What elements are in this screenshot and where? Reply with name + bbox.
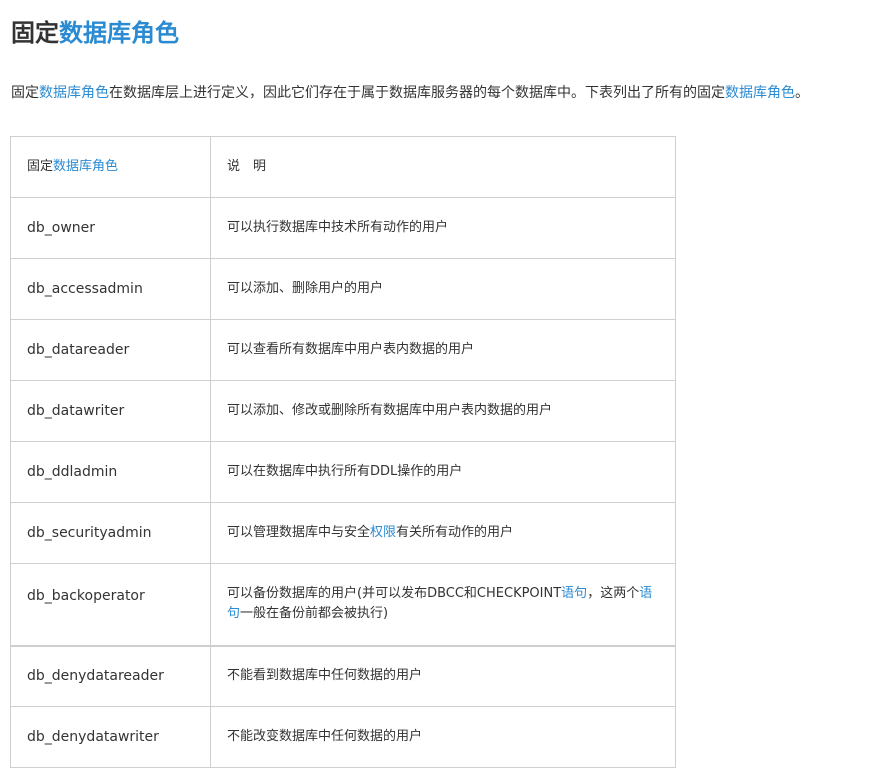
table-row: db_denydatareader 不能看到数据库中任何数据的用户 <box>10 644 676 707</box>
desc-cell: 可以备份数据库的用户(并可以发布DBCC和CHECKPOINT语句，这两个语句一… <box>210 563 676 646</box>
desc-text-b: 有关所有动作的用户 <box>396 525 514 540</box>
desc-text-a: 可以备份数据库的用户(并可以发布DBCC和CHECKPOINT <box>227 586 562 602</box>
table-row: db_datawriter 可以添加、修改或删除所有数据库中用户表内数据的用户 <box>10 380 676 442</box>
table-row: db_ddladmin 可以在数据库中执行所有DDL操作的用户 <box>10 441 676 503</box>
table-row: db_owner 可以执行数据库中技术所有动作的用户 <box>10 197 676 259</box>
desc-cell: 可以添加、删除用户的用户 <box>210 258 676 320</box>
desc-link-permissions[interactable]: 权限 <box>370 525 396 540</box>
page: 固定数据库角色 固定数据库角色在数据库层上进行定义，因此它们存在于属于数据库服务… <box>0 0 870 778</box>
desc-text-c: 一般在备份前都会被执行) <box>240 606 389 622</box>
table-row: db_denydatawriter 不能改变数据库中任何数据的用户 <box>10 706 676 768</box>
header-role-prefix: 固定 <box>27 159 54 174</box>
role-cell: db_ddladmin <box>10 441 211 503</box>
desc-text-b: ，这两个 <box>587 586 640 602</box>
table-row: db_backoperator 可以备份数据库的用户(并可以发布DBCC和CHE… <box>10 563 676 646</box>
title-link-database-roles[interactable]: 数据库角色 <box>59 19 179 47</box>
header-role-link[interactable]: 数据库角色 <box>53 159 118 174</box>
header-role-cell: 固定数据库角色 <box>10 136 211 198</box>
role-cell: db_owner <box>10 197 211 259</box>
desc-cell: 不能看到数据库中任何数据的用户 <box>210 644 676 707</box>
desc-cell: 可以查看所有数据库中用户表内数据的用户 <box>210 319 676 381</box>
desc-cell: 可以执行数据库中技术所有动作的用户 <box>210 197 676 259</box>
intro-text-2: 在数据库层上进行定义，因此它们存在于属于数据库服务器的每个数据库中。下表列出了所… <box>109 85 725 101</box>
intro-text-3: 。 <box>795 85 809 101</box>
role-cell: db_denydatawriter <box>10 706 211 768</box>
desc-link-statement-1[interactable]: 语句 <box>561 586 587 601</box>
desc-cell: 可以在数据库中执行所有DDL操作的用户 <box>210 441 676 503</box>
header-desc-cell: 说 明 <box>210 136 676 198</box>
table-header-row: 固定数据库角色 说 明 <box>10 136 676 198</box>
table-row: db_accessadmin 可以添加、删除用户的用户 <box>10 258 676 320</box>
desc-cell: 可以管理数据库中与安全权限有关所有动作的用户 <box>210 502 676 564</box>
roles-table: 固定数据库角色 说 明 db_owner 可以执行数据库中技术所有动作的用户 d… <box>10 136 676 768</box>
title-prefix: 固定 <box>11 19 59 47</box>
intro-paragraph: 固定数据库角色在数据库层上进行定义，因此它们存在于属于数据库服务器的每个数据库中… <box>11 82 809 104</box>
intro-text-1: 固定 <box>11 85 39 101</box>
role-cell: db_denydatareader <box>10 644 211 707</box>
page-title: 固定数据库角色 <box>11 16 179 50</box>
desc-text-a: 可以管理数据库中与安全 <box>227 525 371 540</box>
role-cell: db_accessadmin <box>10 258 211 320</box>
table-row: db_securityadmin 可以管理数据库中与安全权限有关所有动作的用户 <box>10 502 676 564</box>
intro-link-database-roles-1[interactable]: 数据库角色 <box>39 85 109 101</box>
role-cell: db_datawriter <box>10 380 211 442</box>
table-row: db_datareader 可以查看所有数据库中用户表内数据的用户 <box>10 319 676 381</box>
desc-cell: 可以添加、修改或删除所有数据库中用户表内数据的用户 <box>210 380 676 442</box>
role-cell: db_datareader <box>10 319 211 381</box>
role-cell: db_backoperator <box>10 563 211 646</box>
desc-cell: 不能改变数据库中任何数据的用户 <box>210 706 676 768</box>
role-cell: db_securityadmin <box>10 502 211 564</box>
intro-link-database-roles-2[interactable]: 数据库角色 <box>725 85 795 101</box>
